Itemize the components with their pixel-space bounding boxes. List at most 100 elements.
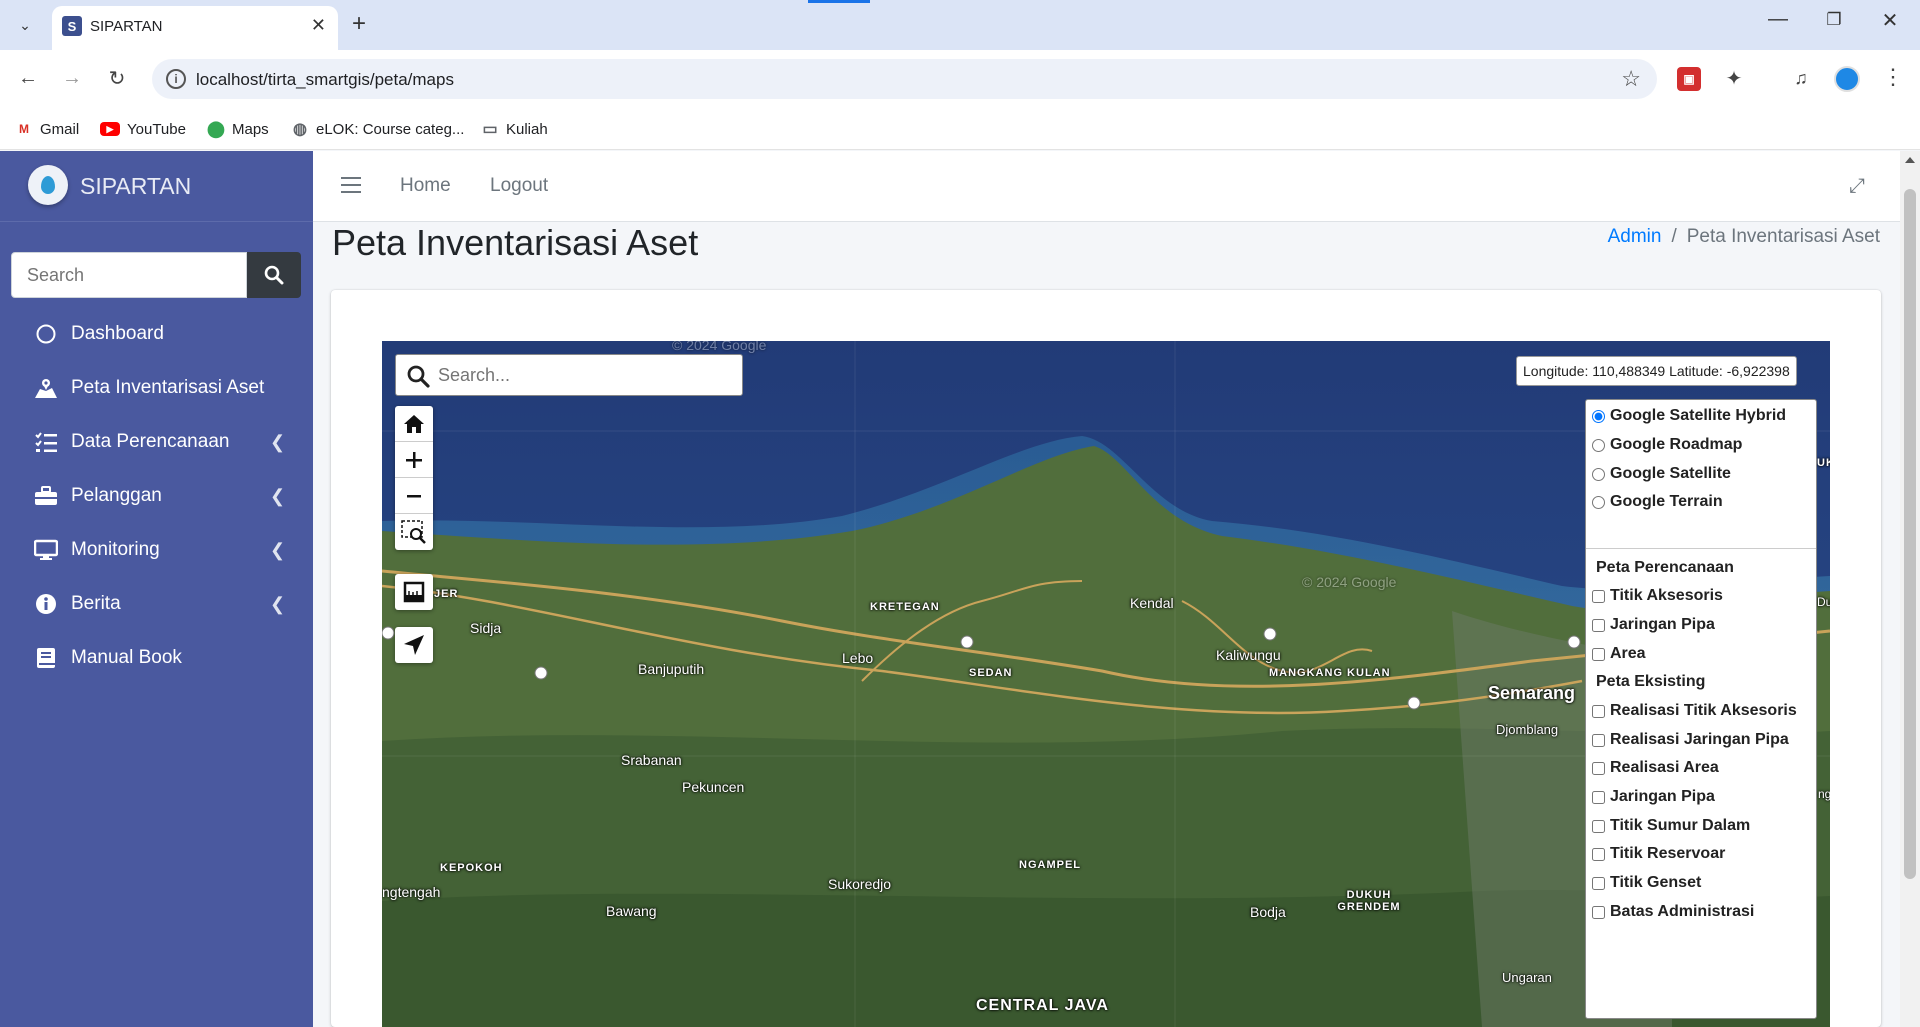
sidebar-item-label: Dashboard (71, 323, 164, 344)
layer-label: Titik Reservoar (1610, 845, 1726, 862)
checkbox[interactable] (1592, 876, 1605, 890)
scroll-thumb[interactable] (1904, 189, 1916, 879)
checkbox[interactable] (1592, 618, 1605, 632)
back-button[interactable]: ← (12, 62, 44, 94)
overlay-layer-option[interactable]: Jaringan Pipa (1592, 613, 1715, 637)
radio-button[interactable] (1592, 467, 1605, 481)
overlay-layer-option[interactable]: Titik Genset (1592, 871, 1701, 895)
base-layer-option[interactable]: Google Roadmap (1592, 433, 1742, 457)
checkbox[interactable] (1592, 761, 1605, 775)
checkbox[interactable] (1592, 589, 1605, 603)
sidebar-item-data-perencanaan[interactable]: Data Perencanaan ❮ (0, 417, 313, 467)
bookmark-maps[interactable]: ⬤ Maps (207, 117, 269, 141)
home-button[interactable] (395, 406, 433, 442)
sidebar-item-manual-book[interactable]: Manual Book (0, 633, 313, 683)
sidebar-item-label: Manual Book (71, 647, 182, 668)
checkbox[interactable] (1592, 733, 1605, 747)
close-window-button[interactable]: ✕ (1870, 8, 1910, 33)
menu-toggle-icon[interactable] (341, 177, 361, 193)
layer-label: Realisasi Jaringan Pipa (1610, 731, 1789, 748)
sidebar-item-peta-inventarisasi-aset[interactable]: Peta Inventarisasi Aset (0, 363, 313, 413)
scroll-up-icon[interactable] (1905, 157, 1915, 163)
extensions-puzzle-icon[interactable]: ✦ (1720, 64, 1748, 92)
bookmark-kuliah[interactable]: ▭ Kuliah (481, 117, 547, 141)
sidebar-item-dashboard[interactable]: Dashboard (0, 309, 313, 359)
checkbox[interactable] (1592, 704, 1605, 718)
info-circle-icon (33, 591, 59, 617)
bookmark-star-icon[interactable]: ☆ (1621, 66, 1641, 92)
overlay-layer-option[interactable]: Realisasi Titik Aksesoris (1592, 699, 1797, 723)
base-layer-option[interactable]: Google Satellite Hybrid (1592, 404, 1786, 428)
fullscreen-icon[interactable]: ⤢ (1849, 175, 1865, 198)
base-layer-option[interactable]: Google Satellite (1592, 462, 1731, 486)
bookmark-youtube[interactable]: ▶ YouTube (100, 117, 186, 141)
checkbox[interactable] (1592, 647, 1605, 661)
map-search-input[interactable] (438, 361, 733, 389)
tab-search-button[interactable]: ⌄ (12, 12, 38, 38)
bookmark-elok[interactable]: ◍ eLOK: Course categ... (291, 117, 464, 141)
restore-button[interactable]: ❐ (1814, 10, 1854, 30)
place-label: ng (1818, 787, 1830, 801)
folder-icon: ▭ (482, 121, 498, 138)
radio-button[interactable] (1592, 409, 1605, 423)
browser-menu-icon[interactable]: ⋮ (1882, 64, 1904, 90)
layer-label: Google Terrain (1610, 493, 1723, 510)
locate-button[interactable] (395, 627, 433, 663)
place-label: DUKUH GRENDEM (1337, 889, 1401, 913)
checkbox[interactable] (1592, 819, 1605, 833)
brand-link[interactable]: SIPARTAN (0, 151, 313, 222)
sidebar-item-berita[interactable]: Berita ❮ (0, 579, 313, 629)
bookmark-label: YouTube (127, 120, 186, 138)
sidebar-search-input[interactable] (11, 252, 247, 298)
overlay-layer-option[interactable]: Titik Reservoar (1592, 842, 1725, 866)
place-label: ngtengah (382, 884, 441, 900)
breadcrumb-admin-link[interactable]: Admin (1608, 226, 1662, 247)
sidebar-item-pelanggan[interactable]: Pelanggan ❮ (0, 471, 313, 521)
pdf-extension-icon[interactable]: ▣ (1677, 67, 1701, 91)
radio-button[interactable] (1592, 495, 1605, 509)
sidebar-item-monitoring[interactable]: Monitoring ❮ (0, 525, 313, 575)
measure-button[interactable] (395, 574, 433, 610)
browser-tab[interactable]: S SIPARTAN ✕ (52, 6, 338, 50)
checkbox[interactable] (1592, 905, 1605, 919)
checkbox[interactable] (1592, 847, 1605, 861)
home-icon (404, 414, 424, 433)
address-bar[interactable]: i localhost/tirta_smartgis/peta/maps ☆ (152, 59, 1657, 99)
checkbox[interactable] (1592, 790, 1605, 804)
zoom-out-button[interactable] (395, 478, 433, 514)
sidebar-search-button[interactable] (247, 252, 301, 298)
tab-close-icon[interactable]: ✕ (311, 15, 326, 36)
minimize-button[interactable]: — (1758, 8, 1798, 31)
zoom-in-button[interactable] (395, 442, 433, 478)
forward-button[interactable]: → (56, 62, 88, 94)
reload-button[interactable]: ↻ (101, 62, 133, 94)
new-tab-button[interactable]: + (352, 10, 366, 38)
box-zoom-button[interactable] (395, 514, 433, 550)
profile-avatar[interactable] (1834, 66, 1860, 92)
site-info-icon[interactable]: i (166, 69, 186, 89)
place-label: Kaliwungu (1216, 647, 1281, 663)
map-canvas[interactable]: © 2024 Google © 2024 Google JER Sidja Ba… (382, 341, 1830, 1027)
bookmark-gmail[interactable]: M Gmail (15, 117, 79, 141)
map-watermark: © 2024 Google (672, 341, 767, 353)
list-check-icon (33, 429, 59, 455)
radio-button[interactable] (1592, 438, 1605, 452)
overlay-layer-option[interactable]: Titik Aksesoris (1592, 584, 1723, 608)
nav-link-home[interactable]: Home (400, 175, 451, 197)
page-title: Peta Inventarisasi Aset (332, 222, 699, 263)
overlay-layer-option[interactable]: Jaringan Pipa (1592, 785, 1715, 809)
overlay-layer-option[interactable]: Batas Administrasi (1592, 900, 1754, 924)
layer-label: Jaringan Pipa (1610, 616, 1715, 633)
overlay-layer-option[interactable]: Realisasi Jaringan Pipa (1592, 728, 1789, 752)
tab-title: SIPARTAN (90, 18, 163, 35)
base-layer-option[interactable]: Google Terrain (1592, 490, 1723, 514)
layer-label: Batas Administrasi (1610, 903, 1755, 920)
overlay-layer-option[interactable]: Realisasi Area (1592, 756, 1719, 780)
overlay-layer-option[interactable]: Titik Sumur Dalam (1592, 814, 1750, 838)
url-text[interactable]: localhost/tirta_smartgis/peta/maps (196, 70, 454, 90)
page-scrollbar[interactable] (1900, 151, 1920, 1027)
overlay-layer-option[interactable]: Area (1592, 642, 1646, 666)
nav-link-logout[interactable]: Logout (490, 175, 548, 197)
media-control-icon[interactable]: ♫ (1787, 64, 1815, 92)
place-label: Banjuputih (638, 661, 705, 677)
